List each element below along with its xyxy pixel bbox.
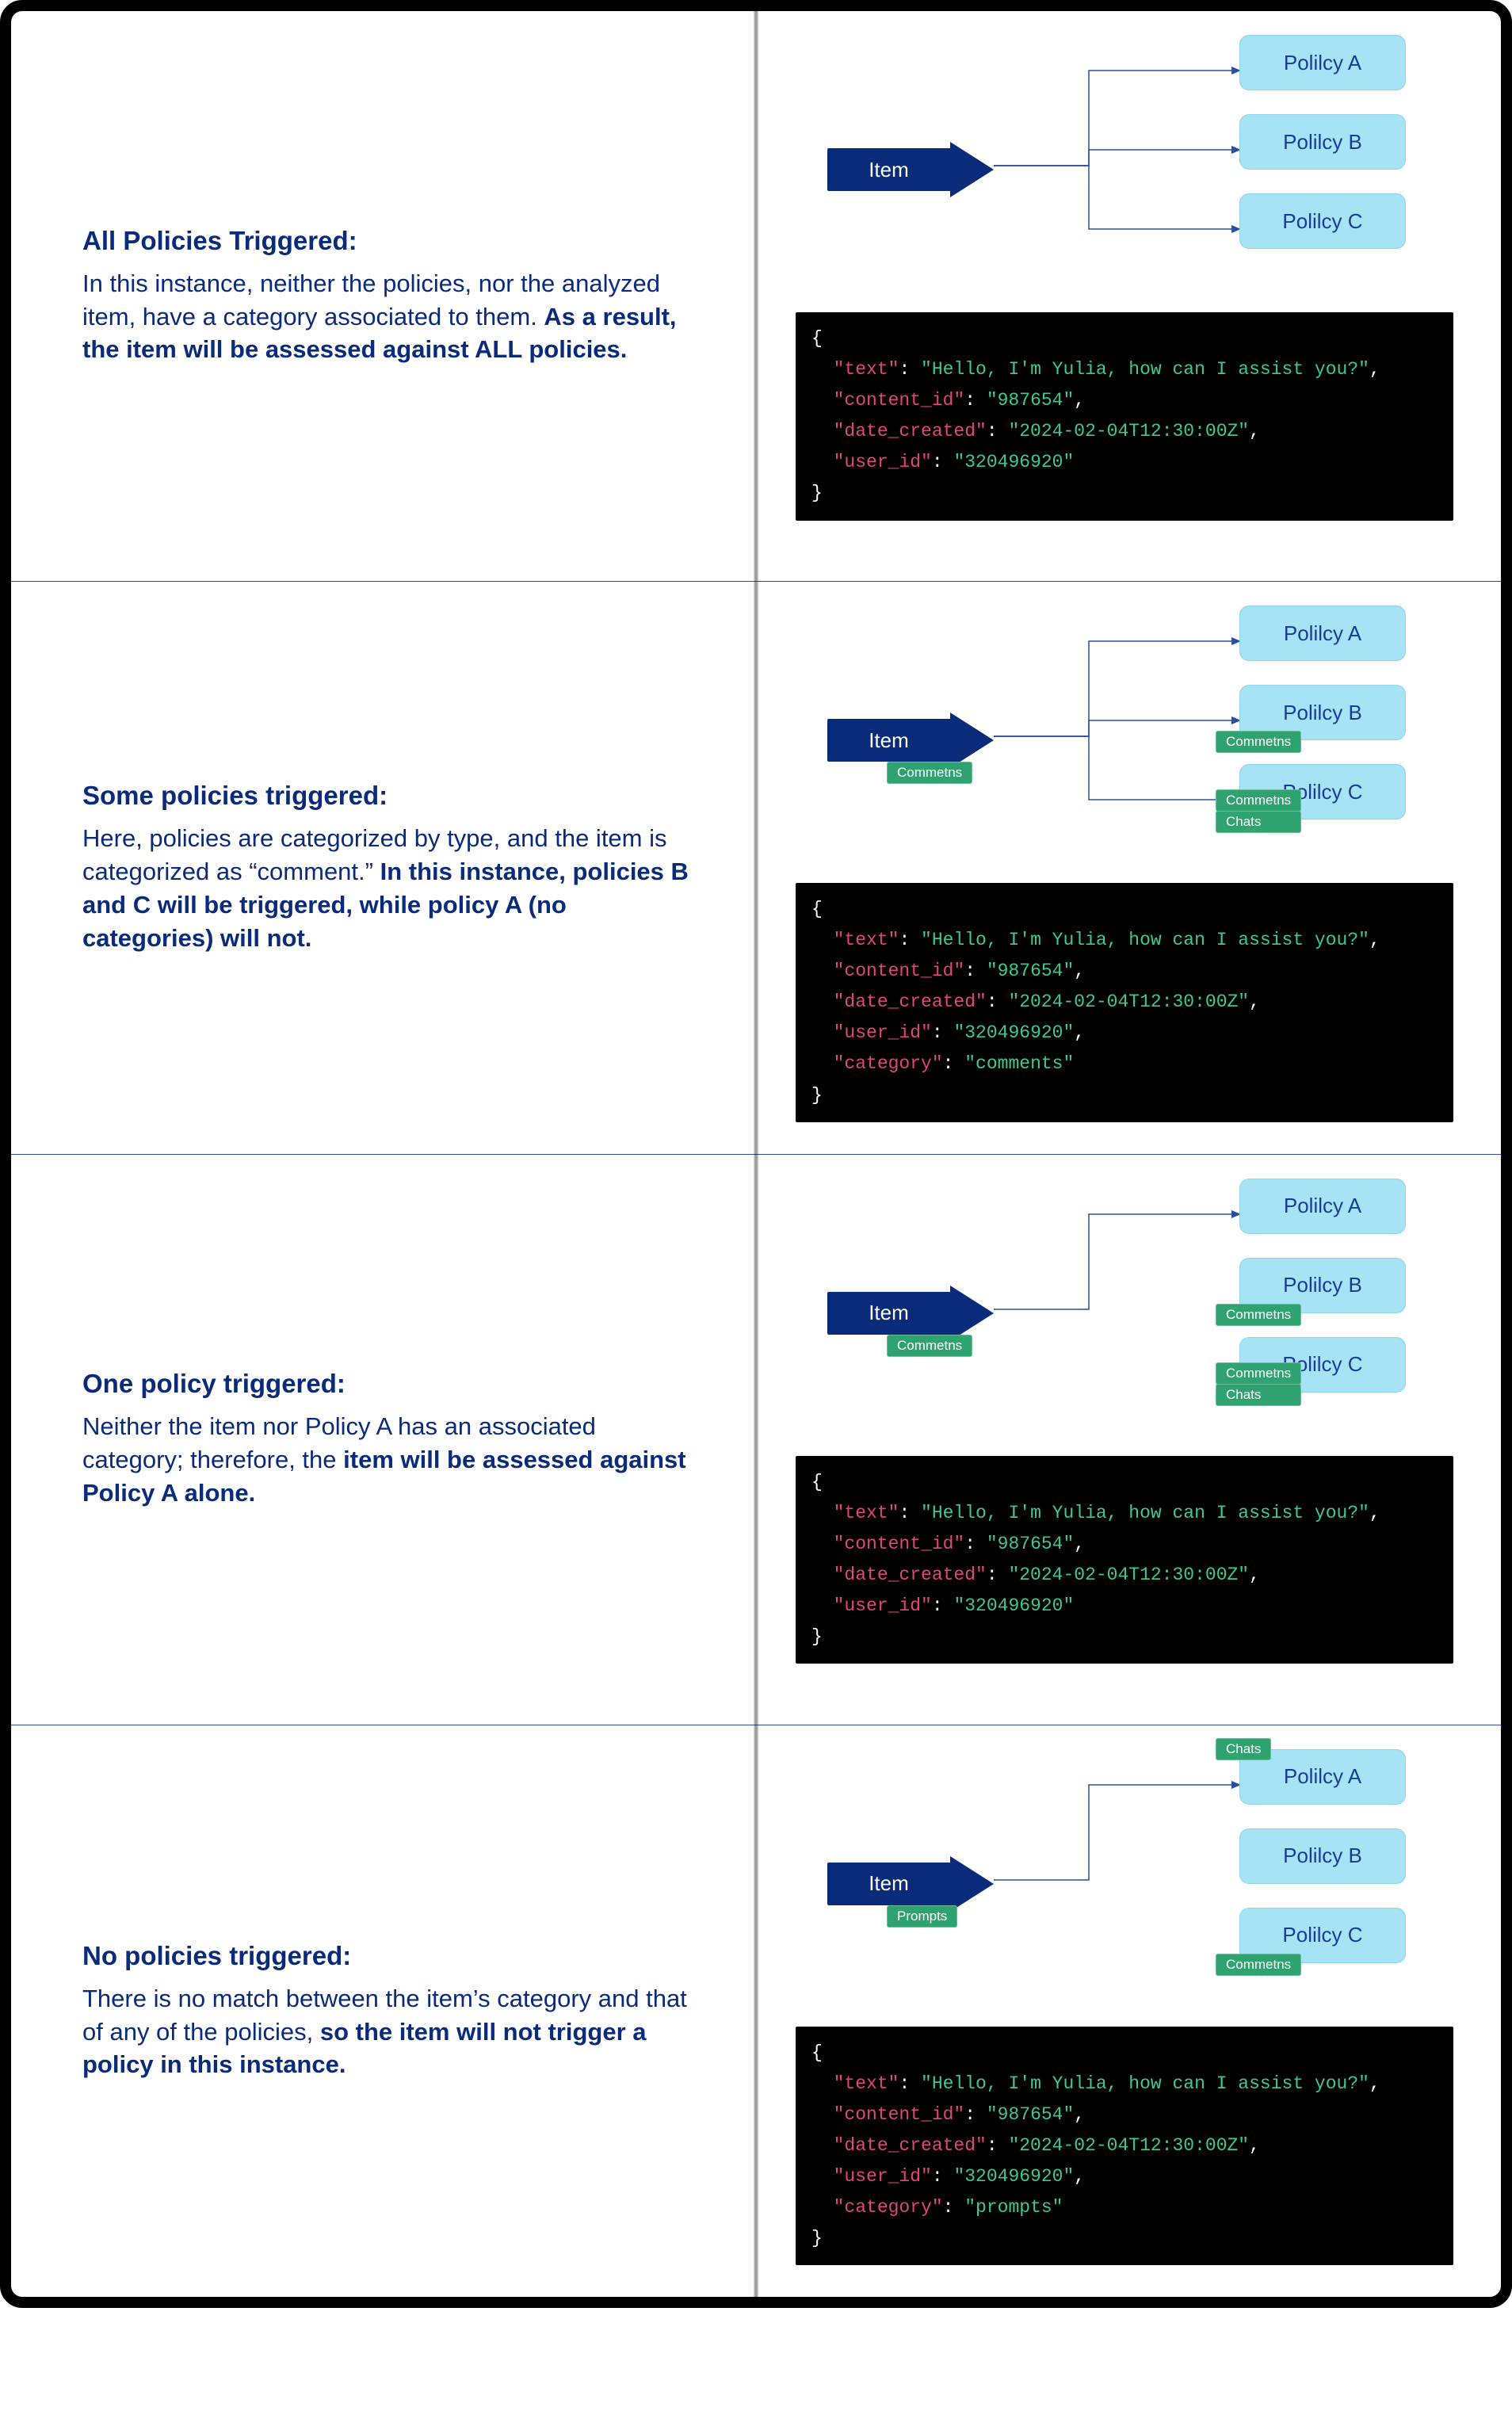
policy-list: Polilcy A Chats Polilcy B Polilcy C Comm… [1239,1749,1406,1963]
section-description: In this instance, neither the policies, … [82,267,701,367]
item-arrow: Item Prompts [827,1856,994,1912]
code-block: { "text": "Hello, I'm Yulia, how can I a… [796,2027,1453,2266]
item-label: Item [827,719,950,762]
section-visual: Item Prompts Polilcy A Chats Polilcy B P… [756,1725,1501,2298]
policy-c: Polilcy C CommetnsChats [1239,764,1406,820]
arrow-head-icon [950,713,994,768]
diagram: Item Commetns Polilcy A Polilcy B Commet… [796,606,1453,875]
policy-c: Polilcy C [1239,193,1406,249]
code-block: { "text": "Hello, I'm Yulia, how can I a… [796,883,1453,1122]
policy-tags: CommetnsChats [1216,789,1301,832]
policy-tags: Commetns [1216,1954,1301,1976]
policy-b: Polilcy B Commetns [1239,685,1406,740]
policy-b: Polilcy B [1239,1828,1406,1884]
diagram: Item Prompts Polilcy A Chats Polilcy B P… [796,1749,1453,2019]
section-2: One policy triggered: Neither the item n… [11,1155,1501,1725]
item-tags: Commetns [887,762,972,784]
policy-box: Polilcy B [1239,1828,1406,1884]
policy-tags: Chats [1216,1738,1271,1760]
section-title: Some policies triggered: [82,781,701,811]
policy-b: Polilcy B Commetns [1239,1258,1406,1313]
arrow-head-icon [950,142,994,197]
category-tag: Commetns [1216,1954,1301,1976]
category-tag: Commetns [887,762,972,784]
policy-a: Polilcy A [1239,606,1406,661]
policy-a: Polilcy A [1239,1179,1406,1234]
item-tags: Prompts [887,1905,957,1928]
section-description: Here, policies are categorized by type, … [82,822,701,954]
policy-a: Polilcy A [1239,35,1406,90]
section-visual: Item Commetns Polilcy A Polilcy B Commet… [756,1155,1501,1725]
policy-box: Polilcy A [1239,35,1406,90]
section-title: All Policies Triggered: [82,226,701,256]
section-description: There is no match between the item’s cat… [82,1982,701,2082]
connector-lines [994,35,1263,304]
policy-b: Polilcy B [1239,114,1406,170]
category-tag: Chats [1216,811,1301,833]
policy-tags: CommetnsChats [1216,1362,1301,1405]
connector-lines [994,1749,1263,2019]
item-label: Item [827,1863,950,1905]
item-label: Item [827,148,950,191]
section-description: Neither the item nor Policy A has an ass… [82,1410,701,1510]
arrow-head-icon [950,1286,994,1341]
section-visual: Item Commetns Polilcy A Polilcy B Commet… [756,582,1501,1154]
policy-list: Polilcy A Polilcy B Commetns Polilcy C C… [1239,606,1406,820]
policy-c: Polilcy C Commetns [1239,1908,1406,1963]
item-arrow: Item Commetns [827,1286,994,1341]
category-tag: Commetns [1216,1304,1301,1326]
section-3: No policies triggered: There is no match… [11,1725,1501,2298]
item-tags: Commetns [887,1335,972,1357]
policy-list: Polilcy A Polilcy B Polilcy C [1239,35,1406,249]
category-tag: Commetns [887,1335,972,1357]
section-visual: Item Polilcy A Polilcy B Polilcy C { "te… [756,11,1501,581]
category-tag: Chats [1216,1738,1271,1760]
section-text: Some policies triggered: Here, policies … [11,582,756,1154]
policy-list: Polilcy A Polilcy B Commetns Polilcy C C… [1239,1179,1406,1393]
section-text: All Policies Triggered: In this instance… [11,11,756,581]
category-tag: Commetns [1216,1362,1301,1385]
policy-a: Polilcy A Chats [1239,1749,1406,1805]
policy-box: Polilcy B [1239,114,1406,170]
document-frame: All Policies Triggered: In this instance… [0,0,1512,2308]
code-block: { "text": "Hello, I'm Yulia, how can I a… [796,312,1453,521]
section-title: No policies triggered: [82,1941,701,1971]
policy-tags: Commetns [1216,731,1301,753]
policy-box: Polilcy A [1239,606,1406,661]
policy-box: Polilcy A [1239,1179,1406,1234]
diagram: Item Commetns Polilcy A Polilcy B Commet… [796,1179,1453,1448]
category-tag: Commetns [1216,731,1301,753]
policy-c: Polilcy C CommetnsChats [1239,1337,1406,1393]
section-0: All Policies Triggered: In this instance… [11,11,1501,582]
policy-tags: Commetns [1216,1304,1301,1326]
diagram: Item Polilcy A Polilcy B Polilcy C [796,35,1453,304]
item-label: Item [827,1292,950,1335]
code-block: { "text": "Hello, I'm Yulia, how can I a… [796,1456,1453,1664]
section-text: One policy triggered: Neither the item n… [11,1155,756,1725]
section-text: No policies triggered: There is no match… [11,1725,756,2298]
policy-box: Polilcy C [1239,193,1406,249]
category-tag: Chats [1216,1384,1301,1406]
item-arrow: Item [827,142,994,197]
item-arrow: Item Commetns [827,713,994,768]
category-tag: Commetns [1216,789,1301,812]
section-1: Some policies triggered: Here, policies … [11,582,1501,1155]
section-title: One policy triggered: [82,1369,701,1399]
arrow-head-icon [950,1856,994,1912]
category-tag: Prompts [887,1905,957,1928]
